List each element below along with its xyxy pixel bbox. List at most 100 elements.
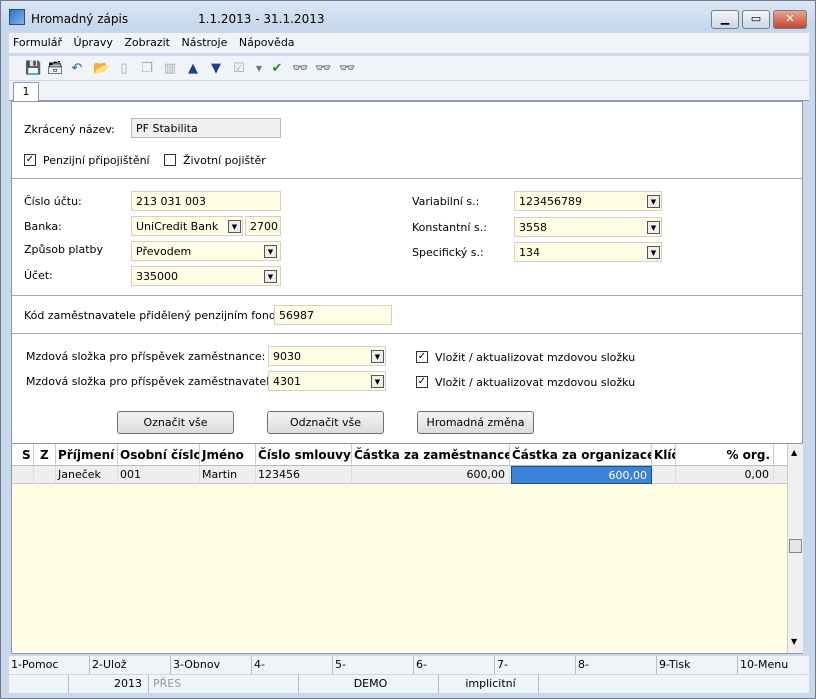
constant-symbol-label: Konstantní s.: <box>412 221 487 234</box>
fkey-9[interactable]: 9-Tisk <box>657 656 738 674</box>
save-as-icon[interactable]: 🗃 <box>47 61 64 77</box>
cell-z[interactable] <box>34 466 56 484</box>
wage-employee-dropdown-icon[interactable]: ▼ <box>371 350 384 363</box>
binoculars-icon[interactable]: 👓 <box>292 61 308 77</box>
constant-symbol-field[interactable]: 3558 <box>514 217 662 237</box>
menu-zobrazit[interactable]: Zobrazit <box>120 33 174 49</box>
insert-wage-employee-checkbox[interactable]: ✓ <box>416 351 428 363</box>
mark-all-button[interactable]: Označit vše <box>117 411 234 434</box>
fkey-5[interactable]: 5- <box>333 656 414 674</box>
binoculars-prev-icon[interactable]: 👓 <box>339 61 355 77</box>
short-name-field[interactable]: PF Stabilita <box>131 118 281 138</box>
menu-bar: Formulář Úpravy Zobrazit Nástroje Nápově… <box>9 33 809 53</box>
payment-method-label: Způsob platby <box>24 243 104 256</box>
col-organization-amount[interactable]: Částka za organizace <box>510 444 652 466</box>
col-first-name[interactable]: Jméno <box>200 444 256 466</box>
insert-wage-employer-label: Vložit / aktualizovat mzdovou složku <box>435 376 636 389</box>
specific-symbol-dropdown-icon[interactable]: ▼ <box>647 246 660 259</box>
scroll-up-icon[interactable]: ▲ <box>791 448 797 457</box>
col-s[interactable]: S <box>12 444 34 466</box>
col-contract-number[interactable]: Číslo smlouvy <box>256 444 352 466</box>
cell-s[interactable] <box>12 466 34 484</box>
fkey-3[interactable]: 3-Obnov <box>171 656 252 674</box>
wage-employer-dropdown-icon[interactable]: ▼ <box>371 375 384 388</box>
payment-method-dropdown-icon[interactable]: ▼ <box>264 245 277 258</box>
ucet-field[interactable]: 335000 <box>131 266 281 286</box>
arrow-up-icon[interactable]: ▲ <box>185 61 201 77</box>
cell-employee-amount[interactable]: 600,00 <box>352 466 510 484</box>
copy-icon[interactable]: ❐ <box>139 61 155 77</box>
minimize-button[interactable]: ▁ <box>711 10 739 29</box>
pension-checkbox[interactable]: ✓ <box>24 154 36 166</box>
app-icon <box>9 9 25 25</box>
wage-employer-field[interactable]: 4301 <box>268 371 386 391</box>
cell-org-percent[interactable]: 0,00 <box>676 466 774 484</box>
cell-first-name[interactable]: Martin <box>200 466 256 484</box>
binoculars-next-icon[interactable]: 👓 <box>315 61 331 77</box>
cell-surname[interactable]: Janeček <box>56 466 118 484</box>
check-list-icon[interactable]: ☑ <box>231 61 247 77</box>
fkey-6[interactable]: 6- <box>414 656 495 674</box>
fkey-8[interactable]: 8- <box>576 656 657 674</box>
insert-wage-employer-checkbox[interactable]: ✓ <box>416 376 428 388</box>
save-icon[interactable]: 💾 <box>25 61 41 77</box>
fkey-7[interactable]: 7- <box>495 656 576 674</box>
toolbar: 💾 🗃 ↶ 📂 ▯ ❐ ▥ ▲ ▼ ☑ ▼ ✔ 👓 👓 👓 <box>9 56 809 80</box>
unmark-all-button[interactable]: Odznačit vše <box>267 411 384 434</box>
bank-dropdown-icon[interactable]: ▼ <box>228 220 241 233</box>
fkey-1[interactable]: 1-Pomoc <box>9 656 90 674</box>
fkey-10[interactable]: 10-Menu <box>738 656 816 674</box>
cell-organization-amount[interactable]: 600,00 <box>511 466 652 484</box>
status-year: 2013 <box>69 675 149 693</box>
variable-symbol-dropdown-icon[interactable]: ▼ <box>647 195 660 208</box>
bulk-change-button[interactable]: Hromadná změna <box>417 411 534 434</box>
menu-nastroje[interactable]: Nástroje <box>178 33 232 49</box>
bank-code-field[interactable]: 2700 <box>245 216 281 236</box>
tab-1[interactable]: 1 <box>13 82 39 102</box>
open-icon[interactable]: 📂 <box>93 61 109 77</box>
new-icon[interactable]: ▯ <box>116 61 132 77</box>
menu-upravy[interactable]: Úpravy <box>70 33 117 49</box>
specific-symbol-field[interactable]: 134 <box>514 242 662 262</box>
variable-symbol-field[interactable]: 123456789 <box>514 191 662 211</box>
grid-scrollbar[interactable]: ▲ ▼ <box>787 444 803 653</box>
bank-field[interactable]: UniCredit Bank <box>131 216 243 236</box>
employee-grid: S Z Příjmení Osobní číslo Jméno Číslo sm… <box>11 443 803 654</box>
wage-employer-label: Mzdová složka pro příspěvek zaměstnavate… <box>26 375 280 388</box>
col-org-percent[interactable]: % org. <box>676 444 774 466</box>
ucet-label: Účet: <box>24 269 53 282</box>
maximize-button[interactable]: ▭ <box>742 10 770 29</box>
filter-icon[interactable]: ✔ <box>269 61 285 77</box>
window-title: Hromadný zápis <box>31 12 129 26</box>
dropdown-icon[interactable]: ▼ <box>251 61 267 77</box>
undo-icon[interactable]: ↶ <box>69 61 85 77</box>
menu-napoveda[interactable]: Nápověda <box>235 33 299 49</box>
table-row[interactable]: Janeček 001 Martin 123456 600,00 600,00 … <box>12 466 787 484</box>
cell-contract-number[interactable]: 123456 <box>256 466 352 484</box>
constant-symbol-dropdown-icon[interactable]: ▼ <box>647 221 660 234</box>
ucet-dropdown-icon[interactable]: ▼ <box>264 270 277 283</box>
fkey-2[interactable]: 2-Ulož <box>90 656 171 674</box>
col-surname[interactable]: Příjmení <box>56 444 118 466</box>
menu-formular[interactable]: Formulář <box>9 33 66 49</box>
scroll-down-icon[interactable]: ▼ <box>791 637 797 646</box>
close-button[interactable]: ✕ <box>773 10 807 29</box>
wage-employee-field[interactable]: 9030 <box>268 346 386 366</box>
fkey-4[interactable]: 4- <box>252 656 333 674</box>
scroll-thumb[interactable] <box>789 539 802 553</box>
cell-key[interactable] <box>652 466 676 484</box>
account-number-field[interactable]: 213 031 003 <box>131 191 281 211</box>
col-personal-number[interactable]: Osobní číslo <box>118 444 200 466</box>
col-employee-amount[interactable]: Částka za zaměstnance <box>352 444 510 466</box>
payment-method-field[interactable]: Převodem <box>131 241 281 261</box>
employer-code-field[interactable]: 56987 <box>274 305 392 325</box>
book-icon[interactable]: ▥ <box>162 61 178 77</box>
arrow-down-icon[interactable]: ▼ <box>208 61 224 77</box>
life-insurance-checkbox[interactable] <box>164 154 176 166</box>
cell-personal-number[interactable]: 001 <box>118 466 200 484</box>
title-bar: Hromadný zápis 1.1.2013 - 31.1.2013 ▁ ▭ … <box>1 1 815 31</box>
function-key-bar: 1-Pomoc 2-Ulož 3-Obnov 4- 5- 6- 7- 8- 9-… <box>9 656 809 674</box>
col-z[interactable]: Z <box>34 444 56 466</box>
status-database: DEMO <box>299 675 439 693</box>
col-key[interactable]: Klíč <box>652 444 676 466</box>
